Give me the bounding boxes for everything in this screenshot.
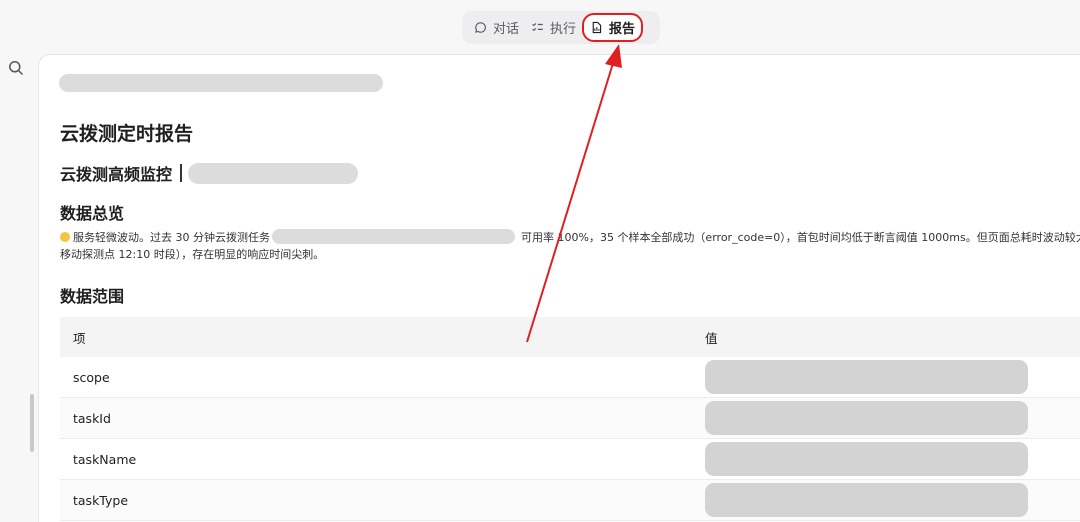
- redacted-value: [705, 442, 1028, 476]
- chat-bubble-icon: [475, 22, 486, 33]
- row-key: taskName: [73, 451, 137, 467]
- report-title: 云拨测定时报告: [60, 123, 194, 145]
- tab-execute[interactable]: 执行: [525, 14, 582, 41]
- view-tab-bar: 对话 执行 报告: [462, 11, 660, 44]
- redacted-value: [705, 401, 1028, 435]
- redacted-task-name: [188, 162, 359, 184]
- column-header-value: 值: [705, 330, 718, 346]
- table-row: taskName: [60, 439, 1080, 480]
- redacted-task-id: [272, 229, 515, 244]
- subtitle-divider: [180, 164, 183, 182]
- redacted-value: [705, 360, 1028, 394]
- table-row: scope: [60, 357, 1080, 398]
- table-row: taskId: [60, 398, 1080, 439]
- row-key: taskType: [73, 492, 129, 508]
- tab-report[interactable]: 报告: [582, 13, 644, 42]
- report-document-icon: [592, 21, 602, 34]
- tab-execute-label: 执行: [550, 22, 577, 37]
- row-key: scope: [73, 369, 110, 385]
- report-panel: 云拨测定时报告 云拨测高频监控 数据总览 服务轻微波动。过去 30 分钟云拨测任…: [38, 54, 1080, 522]
- sidebar-resize-handle[interactable]: [30, 394, 34, 452]
- summary-text-pre: 服务轻微波动。过去 30 分钟云拨测任务: [73, 231, 270, 244]
- report-subtitle: 云拨测高频监控: [60, 161, 359, 185]
- overview-heading: 数据总览: [60, 204, 125, 223]
- tab-chat[interactable]: 对话: [468, 14, 525, 41]
- range-heading: 数据范围: [60, 287, 125, 306]
- summary-text-line2: 移动探测点 12:10 时段），存在明显的响应时间尖刺。: [60, 248, 325, 261]
- row-key: taskId: [73, 410, 111, 426]
- checklist-icon: [532, 23, 543, 32]
- overview-summary: 服务轻微波动。过去 30 分钟云拨测任务 可用率 100%，35 个样本全部成功（…: [60, 229, 1080, 263]
- redacted-breadcrumb: [59, 74, 383, 92]
- column-header-key: 项: [73, 330, 86, 346]
- data-range-table: 项 值 scope taskId taskName taskType: [60, 317, 1080, 521]
- table-row: taskType: [60, 480, 1080, 521]
- summary-text-post: 可用率 100%，35 个样本全部成功（error_code=0），首包时间均低…: [521, 231, 1080, 244]
- search-icon[interactable]: [8, 60, 24, 76]
- tab-chat-label: 对话: [493, 22, 520, 37]
- status-dot-icon: [60, 232, 70, 242]
- redacted-value: [705, 483, 1028, 517]
- report-subtitle-text: 云拨测高频监控: [60, 165, 173, 184]
- table-header-row: 项 值: [60, 317, 1080, 357]
- tab-report-label: 报告: [609, 22, 636, 37]
